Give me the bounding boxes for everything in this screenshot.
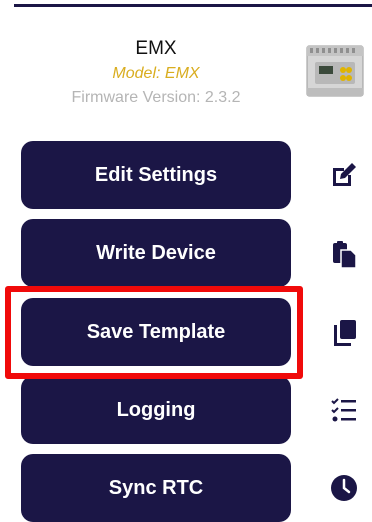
write-device-button[interactable]: Write Device — [21, 219, 291, 287]
device-name: EMX — [135, 38, 177, 59]
checklist-icon[interactable] — [326, 392, 362, 428]
save-template-button[interactable]: Save Template — [21, 298, 291, 366]
edit-icon[interactable] — [326, 157, 362, 193]
device-image-icon — [306, 45, 364, 97]
copy-icon[interactable] — [326, 314, 362, 350]
sync-rtc-button[interactable]: Sync RTC — [21, 454, 291, 522]
logging-button[interactable]: Logging — [21, 376, 291, 444]
clipboard-icon[interactable] — [326, 236, 362, 272]
device-model: Model: EMX — [112, 65, 200, 82]
clock-icon[interactable] — [326, 470, 362, 506]
firmware-version: Firmware Version: 2.3.2 — [71, 89, 241, 106]
edit-settings-button[interactable]: Edit Settings — [21, 141, 291, 209]
header-divider — [14, 4, 372, 7]
device-info: EMX Model: EMX Firmware Version: 2.3.2 — [40, 36, 272, 110]
